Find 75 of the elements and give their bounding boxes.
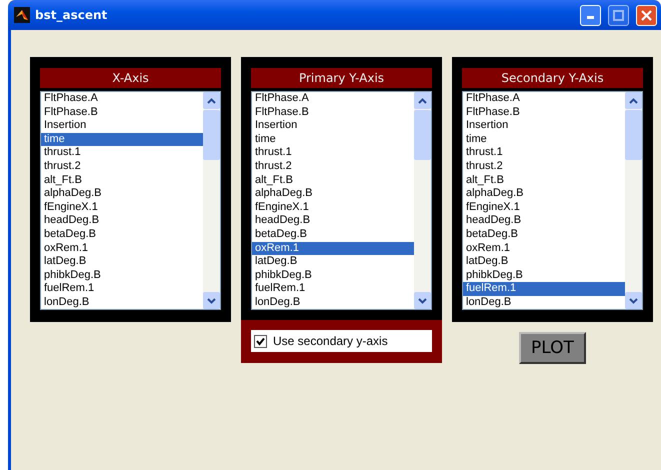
list-item[interactable]: thrust.2 [463,160,625,174]
list-item[interactable]: fuelRem.1 [463,282,625,296]
list-item[interactable]: FltPhase.A [463,92,625,106]
list-item[interactable]: betaDeg.B [41,228,203,242]
scroll-thumb[interactable] [625,110,642,160]
list-item[interactable]: phibkDeg.B [41,268,203,282]
scroll-down-icon[interactable] [203,292,220,309]
window-title: bst_ascent [35,8,108,22]
list-item[interactable]: latDeg.B [463,255,625,269]
list-item[interactable]: betaDeg.B [252,228,414,242]
list-item[interactable]: headDeg.B [252,214,414,228]
list-item[interactable]: alt_Ft.B [463,174,625,188]
list-item[interactable]: thrust.1 [463,146,625,160]
list-item[interactable]: Insertion [41,119,203,133]
panel-title: X-Axis [40,68,221,88]
list-item[interactable]: time [463,132,625,146]
list-item[interactable]: time [252,132,414,146]
scroll-down-icon[interactable] [414,292,431,309]
list-item[interactable]: alt_Ft.B [252,174,414,188]
list-box[interactable]: FltPhase.A FltPhase.B Insertion time thrust.1 thrust.2 alt_Ft.B alphaDeg.B fEngineX.1 headDeg.B betaDeg.B oxRem.1 latDeg.B phibkDeg.B fuelRem.1 lonDeg.B [40,91,221,310]
list-item[interactable]: FltPhase.B [41,106,203,120]
list-box[interactable]: FltPhase.A FltPhase.B Insertion time thrust.1 thrust.2 alt_Ft.B alphaDeg.B fEngineX.1 headDeg.B betaDeg.B oxRem.1 latDeg.B phibkDeg.B fuelRem.1 lonDeg.B [251,91,432,310]
panel-title: Primary Y-Axis [251,68,432,88]
scroll-down-icon[interactable] [625,292,642,309]
list-item[interactable]: oxRem.1 [463,242,625,256]
close-button[interactable] [636,4,657,26]
list-item[interactable]: thrust.1 [41,146,203,160]
list-item[interactable]: FltPhase.B [463,106,625,120]
list-item[interactable]: headDeg.B [41,214,203,228]
app-icon [14,7,30,23]
list-item[interactable]: FltPhase.A [41,92,203,106]
list-item[interactable]: oxRem.1 [41,242,203,256]
list-item[interactable]: Insertion [252,119,414,133]
list-item[interactable]: thrust.2 [252,160,414,174]
list-item[interactable]: fEngineX.1 [463,200,625,214]
list-item[interactable]: phibkDeg.B [463,268,625,282]
scroll-up-icon[interactable] [625,92,642,109]
scroll-thumb[interactable] [414,110,431,160]
scroll-up-icon[interactable] [414,92,431,109]
list-item[interactable]: fEngineX.1 [252,200,414,214]
scroll-bar[interactable] [625,92,642,309]
list-item[interactable]: oxRem.1 [252,242,414,256]
list-box[interactable]: FltPhase.A FltPhase.B Insertion time thrust.1 thrust.2 alt_Ft.B alphaDeg.B fEngineX.1 headDeg.B betaDeg.B oxRem.1 latDeg.B phibkDeg.B fuelRem.1 lonDeg.B [462,91,643,310]
close-icon [641,10,652,20]
maximize-icon [613,10,624,20]
list-item[interactable]: fuelRem.1 [252,282,414,296]
list-item[interactable]: betaDeg.B [463,228,625,242]
list-item[interactable]: time [41,132,203,146]
maximize-button[interactable] [608,4,629,26]
list-item[interactable]: FltPhase.B [252,106,414,120]
scroll-bar[interactable] [414,92,431,309]
list-item[interactable]: alt_Ft.B [41,174,203,188]
list-item[interactable]: lonDeg.B [41,296,203,309]
scroll-thumb[interactable] [203,110,220,160]
list-item[interactable]: latDeg.B [252,255,414,269]
list-item[interactable]: thrust.1 [252,146,414,160]
list-item[interactable]: headDeg.B [463,214,625,228]
list-item[interactable]: Insertion [463,119,625,133]
list-item[interactable]: thrust.2 [41,160,203,174]
list-item[interactable]: phibkDeg.B [252,268,414,282]
list-item[interactable]: alphaDeg.B [252,187,414,201]
list-item[interactable]: fuelRem.1 [41,282,203,296]
plot-button[interactable]: PLOT [519,332,586,364]
list-item[interactable]: lonDeg.B [252,296,414,309]
checkbox[interactable] [254,334,267,348]
scroll-bar[interactable] [203,92,220,309]
list-item[interactable]: alphaDeg.B [463,187,625,201]
panel-title: Secondary Y-Axis [462,68,643,88]
list-item[interactable]: fEngineX.1 [41,200,203,214]
list-item[interactable]: FltPhase.A [252,92,414,106]
scroll-up-icon[interactable] [203,92,220,109]
list-item[interactable]: alphaDeg.B [41,187,203,201]
list-item[interactable]: lonDeg.B [463,296,625,309]
minimize-button[interactable] [580,4,601,26]
list-item[interactable]: latDeg.B [41,255,203,269]
